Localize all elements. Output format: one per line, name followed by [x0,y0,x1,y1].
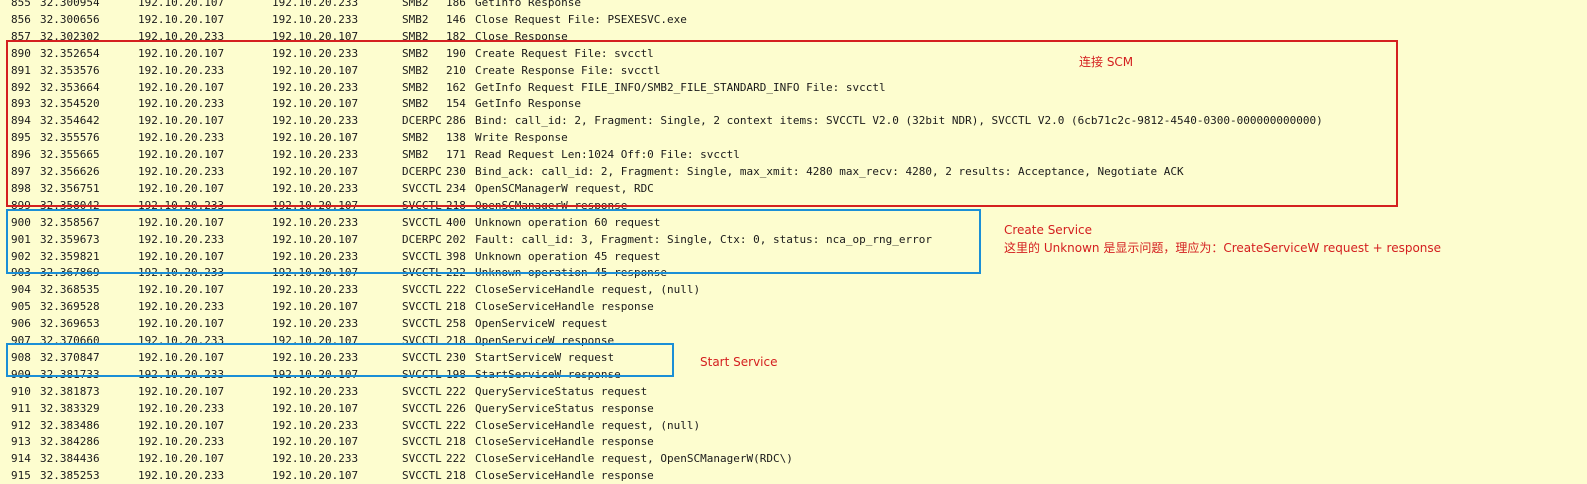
packet-info: CloseServiceHandle response [475,469,654,483]
packet-number: 906 [11,317,31,331]
packet-length: 222 [446,283,466,297]
packet-destination: 192.10.20.233 [272,384,359,398]
packet-length: 218 [446,469,466,483]
packet-destination: 192.10.20.107 [272,300,359,314]
packet-source: 192.10.20.107 [138,384,225,398]
packet-destination: 192.10.20.233 [272,317,359,331]
packet-row[interactable]: 906 32.369653 192.10.20.107 192.10.20.233 SV… [0,315,1587,332]
packet-time: 32.368535 [40,283,100,297]
packet-time: 32.385253 [40,469,100,483]
packet-row[interactable]: 904 32.368535 192.10.20.107 192.10.20.233 SV… [0,281,1587,298]
packet-row[interactable]: 914 32.384436 192.10.20.107 192.10.20.233 SV… [0,450,1587,467]
packet-info: CloseServiceHandle response [475,300,654,314]
packet-source: 192.10.20.107 [138,283,225,297]
packet-length: 218 [446,300,466,314]
packet-row[interactable]: 910 32.381873 192.10.20.107 192.10.20.233 SV… [0,383,1587,400]
packet-protocol: SVCCTL [402,317,442,331]
start-service-highlight-box [6,343,674,377]
packet-destination: 192.10.20.233 [272,283,359,297]
packet-protocol: SVCCTL [402,452,442,466]
create-service-annotation-title: Create Service [1004,223,1093,237]
packet-number: 912 [11,418,31,432]
packet-row[interactable]: 905 32.369528 192.10.20.233 192.10.20.107 SV… [0,298,1587,315]
packet-info: CloseServiceHandle request, OpenSCManage… [475,452,793,466]
packet-protocol: SVCCTL [402,418,442,432]
packet-source: 192.10.20.233 [138,300,225,314]
packet-info: QueryServiceStatus request [475,384,648,398]
packet-protocol: SVCCTL [402,300,442,314]
packet-info: CloseServiceHandle request, (null) [475,418,701,432]
packet-source: 192.10.20.107 [138,0,225,9]
packet-destination: 192.10.20.233 [272,12,359,26]
packet-number: 856 [11,12,31,26]
packet-length: 222 [446,418,466,432]
packet-row[interactable]: 855 32.300954 192.10.20.107 192.10.20.233 SM… [0,0,1587,11]
packet-length: 258 [446,317,466,331]
packet-destination: 192.10.20.233 [272,418,359,432]
packet-number: 913 [11,435,31,449]
packet-time: 32.384286 [40,435,100,449]
scm-annotation: 连接 SCM [1079,55,1134,69]
packet-length: 222 [446,384,466,398]
packet-time: 32.300954 [40,0,100,9]
create-service-annotation-note: 这里的 Unknown 是显示问题，理应为：CreateServiceW req… [1004,241,1442,255]
packet-destination: 192.10.20.233 [272,452,359,466]
packet-number: 910 [11,384,31,398]
packet-info: CloseServiceHandle response [475,435,654,449]
packet-row[interactable]: 913 32.384286 192.10.20.233 192.10.20.107 SV… [0,433,1587,450]
packet-info: QueryServiceStatus response [475,401,654,415]
packet-time: 32.300656 [40,12,100,26]
packet-info: Close Request File: PSEXESVC.exe [475,12,687,26]
packet-row[interactable]: 912 32.383486 192.10.20.107 192.10.20.233 SV… [0,417,1587,434]
packet-number: 855 [11,0,31,9]
packet-list: 855 32.300954 192.10.20.107 192.10.20.233 SM… [0,0,1587,482]
packet-protocol: SVCCTL [402,435,442,449]
packet-source: 192.10.20.233 [138,469,225,483]
packet-protocol: SMB2 [402,0,429,9]
packet-time: 32.369528 [40,300,100,314]
packet-number: 911 [11,401,31,415]
packet-info: OpenServiceW request [475,317,608,331]
packet-destination: 192.10.20.107 [272,469,359,483]
packet-length: 146 [446,12,466,26]
packet-length: 186 [446,0,466,9]
packet-number: 914 [11,452,31,466]
packet-info: GetInfo Response [475,0,581,9]
packet-time: 32.383329 [40,401,100,415]
packet-protocol: SVCCTL [402,283,442,297]
packet-destination: 192.10.20.107 [272,401,359,415]
scm-highlight-box [6,40,1398,207]
packet-number: 905 [11,300,31,314]
packet-time: 32.384436 [40,452,100,466]
packet-source: 192.10.20.233 [138,435,225,449]
packet-time: 32.383486 [40,418,100,432]
packet-length: 218 [446,435,466,449]
packet-protocol: SMB2 [402,12,429,26]
create-service-highlight-box [6,209,981,274]
packet-protocol: SVCCTL [402,384,442,398]
packet-length: 226 [446,401,466,415]
packet-number: 904 [11,283,31,297]
packet-protocol: SVCCTL [402,401,442,415]
packet-row[interactable]: 915 32.385253 192.10.20.233 192.10.20.107 SV… [0,467,1587,484]
packet-length: 222 [446,452,466,466]
packet-source: 192.10.20.107 [138,452,225,466]
packet-number: 915 [11,469,31,483]
packet-info: CloseServiceHandle request, (null) [475,283,701,297]
packet-time: 32.369653 [40,317,100,331]
packet-protocol: SVCCTL [402,469,442,483]
packet-destination: 192.10.20.107 [272,435,359,449]
packet-source: 192.10.20.107 [138,12,225,26]
packet-source: 192.10.20.107 [138,418,225,432]
packet-row[interactable]: 911 32.383329 192.10.20.233 192.10.20.107 SV… [0,400,1587,417]
packet-source: 192.10.20.233 [138,401,225,415]
packet-time: 32.381873 [40,384,100,398]
start-service-annotation: Start Service [700,355,778,369]
packet-source: 192.10.20.107 [138,317,225,331]
packet-row[interactable]: 856 32.300656 192.10.20.107 192.10.20.233 SM… [0,11,1587,28]
packet-destination: 192.10.20.233 [272,0,359,9]
